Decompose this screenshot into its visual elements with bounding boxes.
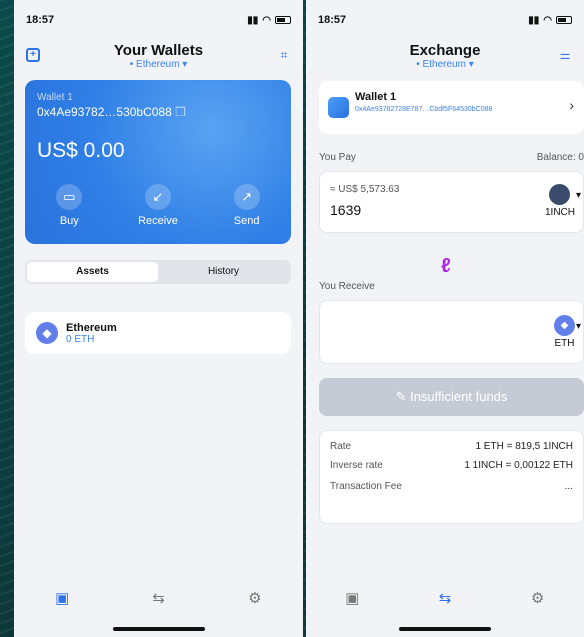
home-indicator [399, 627, 491, 631]
home-indicator [112, 627, 205, 631]
wallet-balance: US$ 0.00 [37, 139, 125, 162]
wallet-address: 0x4Ae93782728E787…Cbdf5F64530bC088 [355, 106, 493, 113]
you-pay-label: You Pay [319, 152, 356, 163]
wallet-actions: ▭ Buy ↙ Receive ↗ Send [25, 184, 291, 227]
signal-icon: ▮▮ [247, 14, 259, 26]
asset-amount: 0 ETH [66, 333, 95, 345]
network-selector[interactable]: • Ethereum ▾ [14, 59, 303, 70]
asset-name: Ethereum [66, 321, 117, 334]
inverse-rate-row: Inverse rate 1 1INCH = 0,00122 ETH [330, 460, 573, 471]
wand-icon: ✎ [395, 389, 407, 404]
card-icon: ▭ [56, 184, 83, 210]
page-title: Your Wallets [113, 42, 204, 59]
wifi-icon: ◠ [543, 14, 552, 26]
receive-box[interactable]: ◆ ETH ▾ [319, 300, 584, 364]
wallet-tab-icon[interactable]: ▣ [332, 589, 372, 637]
wallet-address: 0x4Ae93782…530bC088 ❐ [37, 105, 186, 119]
filter-icon[interactable]: ⚌ [558, 48, 572, 62]
receive-token-selector[interactable]: ◆ ETH ▾ [554, 315, 581, 349]
status-time: 18:57 [318, 14, 347, 26]
exchange-screen: 18:57 ▮▮ ◠ Exchange • Ethereum ▾ ⚌ Walle… [306, 0, 584, 637]
wallet-tab-icon[interactable]: ▣ [42, 589, 82, 637]
ethereum-icon: ◆ [36, 322, 58, 344]
arrow-up-right-icon: ↗ [233, 184, 260, 210]
wallet-name: Wallet 1 [37, 92, 73, 103]
assets-history-toggle: Assets History [25, 260, 291, 284]
status-bar: 18:57 ▮▮ ◠ [14, 0, 303, 40]
wallets-header: + Your Wallets • Ethereum ▾ ⌗ [14, 40, 303, 76]
battery-icon [275, 16, 291, 24]
scan-icon[interactable]: ⌗ [277, 48, 291, 62]
wallet-card[interactable]: Wallet 1 0x4Ae93782…530bC088 ❐ US$ 0.00 … [25, 80, 291, 244]
you-receive-label: You Receive [319, 281, 375, 292]
wallet-logo-icon [328, 97, 349, 118]
wallets-screen: 18:57 ▮▮ ◠ + Your Wallets • Ethereum ▾ ⌗… [14, 0, 303, 637]
chevron-down-icon: ▾ [575, 190, 581, 201]
tab-history[interactable]: History [158, 262, 289, 282]
tab-assets[interactable]: Assets [27, 262, 158, 282]
signal-icon: ▮▮ [528, 14, 540, 26]
receive-button[interactable]: ↙ Receive [128, 184, 188, 227]
transaction-fee-row: Transaction Fee... [330, 481, 573, 492]
copy-icon[interactable]: ❐ [175, 105, 186, 119]
chevron-right-icon: › [569, 97, 574, 113]
exchange-header: Exchange • Ethereum ▾ ⚌ [306, 40, 584, 76]
wallet-selector[interactable]: Wallet 1 0x4Ae93782728E787…Cbdf5F64530bC… [319, 81, 584, 134]
network-selector[interactable]: • Ethereum ▾ [306, 59, 584, 70]
swap-direction-icon[interactable]: ℓ [441, 255, 451, 278]
status-bar: 18:57 ▮▮ ◠ [306, 0, 584, 40]
arrow-down-left-icon: ↙ [144, 184, 171, 210]
wifi-icon: ◠ [262, 14, 271, 26]
settings-tab-icon[interactable]: ⚙ [518, 589, 558, 637]
page-title: Exchange [409, 42, 481, 59]
pay-usd-value: ≈ US$ 5,573.63 [330, 184, 400, 195]
pay-amount-input[interactable]: 1639 [330, 202, 361, 218]
balance-label: Balance: 0 [536, 152, 584, 163]
status-time: 18:57 [26, 14, 55, 26]
pay-input-box[interactable]: ≈ US$ 5,573.63 1639 1INCH ▾ [319, 171, 584, 233]
wallet-name: Wallet 1 [355, 91, 397, 103]
asset-item-ethereum[interactable]: ◆ Ethereum 0 ETH [25, 312, 291, 354]
status-icons: ▮▮ ◠ [528, 15, 572, 26]
ethereum-icon: ◆ [554, 315, 575, 336]
status-icons: ▮▮ ◠ [247, 15, 291, 26]
1inch-icon [549, 184, 571, 205]
rate-row: Rate 1 ETH = 819,5 1INCH [330, 441, 573, 452]
send-button[interactable]: ↗ Send [217, 184, 277, 227]
buy-button[interactable]: ▭ Buy [39, 184, 99, 227]
chevron-down-icon: ▾ [575, 321, 581, 332]
add-wallet-icon[interactable]: + [26, 48, 40, 62]
rate-info-box: Rate 1 ETH = 819,5 1INCH Inverse rate 1 1I… [319, 430, 584, 524]
battery-icon [556, 16, 572, 24]
settings-tab-icon[interactable]: ⚙ [235, 589, 275, 637]
pay-token-selector[interactable]: 1INCH ▾ [545, 184, 581, 218]
insufficient-funds-button[interactable]: ✎ Insufficient funds [319, 378, 584, 416]
